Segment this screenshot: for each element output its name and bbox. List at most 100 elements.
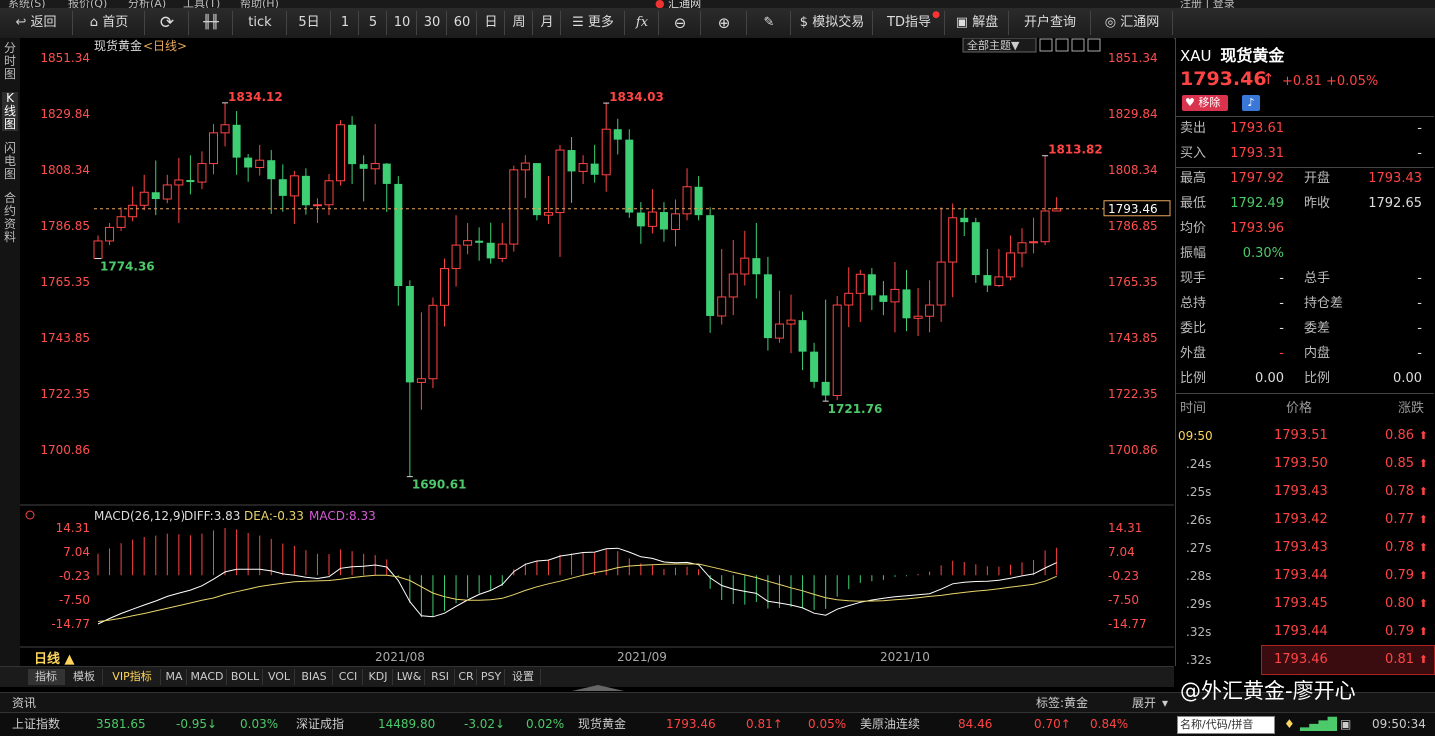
- account-query-button[interactable]: 开户查询: [1010, 11, 1091, 35]
- indicator-tab[interactable]: 模板: [66, 669, 103, 685]
- period-selector[interactable]: 日线 ▲: [34, 651, 75, 667]
- period-5min[interactable]: 5: [360, 11, 387, 35]
- expand-button[interactable]: 展开: [1132, 695, 1156, 711]
- remove-button[interactable]: ♥ 移除: [1182, 95, 1228, 111]
- ticker-name[interactable]: 上证指数: [12, 716, 60, 732]
- draw-button[interactable]: ✎: [748, 11, 791, 35]
- indicator-tab[interactable]: LW&: [394, 669, 425, 685]
- candle-body: [278, 179, 287, 196]
- site-button[interactable]: ◎ 汇通网: [1092, 11, 1173, 35]
- tick-change: 0.81: [1385, 652, 1414, 667]
- period-day[interactable]: 日: [478, 11, 505, 35]
- menu-item-system[interactable]: 系统(S): [8, 0, 46, 8]
- home-button[interactable]: ⌂ 首页: [74, 11, 145, 35]
- lock-icon[interactable]: ▣: [1340, 716, 1351, 732]
- indicator-tab[interactable]: CR: [456, 669, 477, 685]
- period-1min[interactable]: 1: [332, 11, 359, 35]
- candlestick-button[interactable]: ╫╫: [190, 11, 233, 35]
- candle-body: [486, 242, 495, 259]
- indicator-tab[interactable]: BIAS: [296, 669, 333, 685]
- indicator-tab[interactable]: BOLL: [228, 669, 263, 685]
- menu-item-analysis[interactable]: 分析(A): [128, 0, 166, 8]
- indicator-tab[interactable]: VIP指标: [104, 669, 161, 685]
- theme-button[interactable]: 全部主题▼: [967, 38, 1020, 52]
- refresh-button[interactable]: ⟳: [146, 11, 189, 35]
- kline-chart-svg[interactable]: 1851.34 1851.34 1829.84 1829.84 1808.34 1808.…: [20, 37, 1174, 667]
- indicator-tab[interactable]: RSI: [426, 669, 455, 685]
- menu-item-help[interactable]: 帮助(H): [240, 0, 279, 8]
- indicator-tab[interactable]: PSY: [478, 669, 505, 685]
- quote-label: 外盘: [1180, 346, 1207, 361]
- bulb-icon[interactable]: ♦: [1284, 716, 1295, 732]
- quote-label: 最低: [1180, 196, 1207, 211]
- indicator-tab[interactable]: 指标: [28, 669, 65, 685]
- candle-body: [752, 258, 761, 275]
- collapse-handle-icon[interactable]: [572, 685, 624, 691]
- period-week[interactable]: 周: [506, 11, 533, 35]
- period-60min[interactable]: 60: [448, 11, 477, 35]
- ticker-name[interactable]: 美原油连续: [860, 716, 920, 732]
- news-tab[interactable]: 资讯: [12, 695, 36, 711]
- indicator-tab[interactable]: KDJ: [364, 669, 393, 685]
- ticker-change: -3.02↓: [464, 717, 506, 731]
- period-month[interactable]: 月: [534, 11, 561, 35]
- quote-value: -: [1417, 321, 1422, 336]
- indicator-tab[interactable]: 设置: [506, 669, 541, 685]
- macd-y-tick-right: 14.31: [1108, 521, 1142, 535]
- quote-value: -: [1417, 121, 1422, 136]
- ticker-name[interactable]: 深证成指: [296, 716, 344, 732]
- tab-flash-chart[interactable]: 闪电图: [2, 142, 18, 181]
- chart-area[interactable]: 1851.34 1851.34 1829.84 1829.84 1808.34 1808.…: [20, 37, 1174, 667]
- indicator-tab[interactable]: VOL: [264, 669, 295, 685]
- quote-value: 1797.92: [1230, 171, 1284, 186]
- quote-value: 1793.96: [1230, 221, 1284, 236]
- candle-body: [382, 163, 391, 184]
- candle-body: [832, 304, 842, 397]
- login-register[interactable]: 注册 | 登录: [1180, 0, 1235, 8]
- candle: [971, 217, 980, 283]
- alert-bell-icon[interactable]: ♪: [1242, 95, 1260, 111]
- indicator-tab[interactable]: MA: [162, 669, 187, 685]
- candle-body: [359, 164, 368, 169]
- menu-item-tools[interactable]: 工具(T): [183, 0, 220, 8]
- more-button[interactable]: ☰ 更多: [562, 11, 625, 35]
- indicator-tab[interactable]: CCI: [334, 669, 363, 685]
- quote-label: 现手: [1180, 271, 1207, 286]
- candle-body: [879, 295, 888, 302]
- candle-body: [682, 186, 692, 215]
- sim-trade-button[interactable]: $ 模拟交易: [792, 11, 873, 35]
- candle-body: [428, 304, 438, 380]
- period-5day[interactable]: 5日: [288, 11, 331, 35]
- tab-contract-info[interactable]: 合约资料: [2, 192, 18, 244]
- candle-body: [810, 351, 819, 382]
- menu-item-quote[interactable]: 报价(Q): [68, 0, 107, 8]
- analysis-button[interactable]: ▣ 解盘: [946, 11, 1009, 35]
- candle-body: [336, 124, 346, 182]
- tab-kline[interactable]: K线图: [2, 92, 18, 131]
- candle-body: [786, 319, 796, 325]
- tab-timeshare[interactable]: 分时图: [2, 42, 18, 81]
- candle-body: [844, 292, 854, 306]
- ticks-header-change: 涨跌: [1398, 401, 1425, 416]
- formula-button[interactable]: fx: [626, 11, 659, 35]
- zoom-in-button[interactable]: ⊕: [702, 11, 747, 35]
- expand-arrow-icon[interactable]: ▾: [1162, 695, 1168, 711]
- period-30min[interactable]: 30: [418, 11, 447, 35]
- tick-price: 1793.43: [1274, 484, 1328, 499]
- globe-icon: ◎: [1104, 15, 1117, 30]
- window-title: ● 汇通网: [655, 0, 702, 8]
- candle-body: [543, 212, 553, 216]
- quote-label: 内盘: [1304, 346, 1331, 361]
- tick-price: 1793.51: [1274, 428, 1328, 443]
- zoom-out-button[interactable]: ⊖: [660, 11, 701, 35]
- tick-button[interactable]: tick: [234, 11, 287, 35]
- tick-change: 0.78: [1385, 484, 1414, 499]
- quote-label: 总持: [1180, 296, 1207, 311]
- symbol-search-input[interactable]: 名称/代码/拼音: [1177, 716, 1275, 734]
- annotation-high-3: 1813.82: [1048, 143, 1103, 157]
- td-guide-button[interactable]: TD指导 ●: [874, 10, 945, 35]
- indicator-tab[interactable]: MACD: [188, 669, 227, 685]
- ticker-name[interactable]: 现货黄金: [578, 716, 626, 732]
- period-10min[interactable]: 10: [388, 11, 417, 35]
- back-button[interactable]: ↩ 返回: [0, 11, 73, 35]
